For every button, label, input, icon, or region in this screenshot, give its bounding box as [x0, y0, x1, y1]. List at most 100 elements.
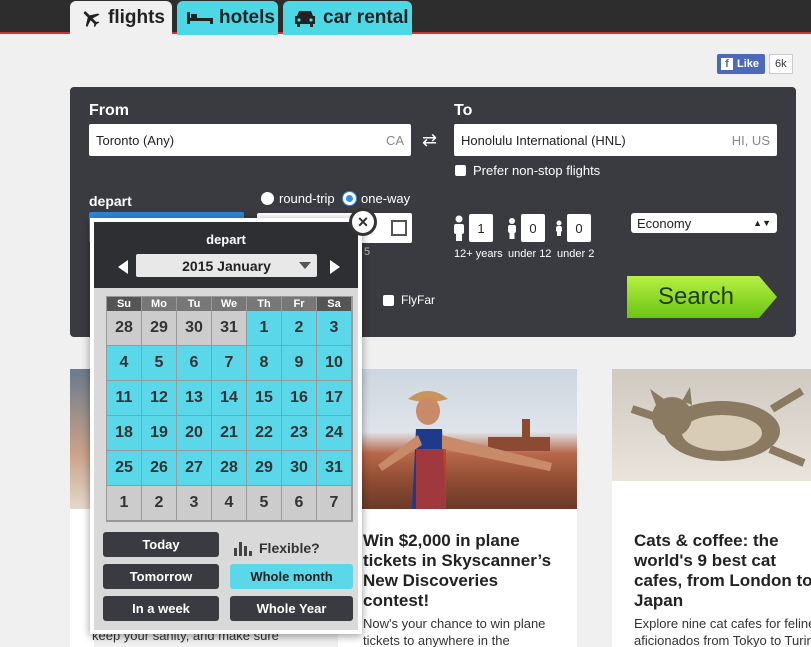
facebook-like-count: 6k: [769, 54, 793, 74]
radio-dot[interactable]: [261, 192, 274, 205]
flexible-text: Flexible?: [259, 540, 320, 556]
whole-month-button[interactable]: Whole month: [230, 564, 353, 589]
nonstop-checkbox[interactable]: Prefer non-stop flights: [455, 163, 600, 178]
tab-car-rental[interactable]: car rental: [283, 1, 412, 35]
calendar-day-other-month[interactable]: 6: [282, 486, 317, 521]
calendar-day-other-month[interactable]: 29: [142, 311, 177, 346]
round-trip-label: round-trip: [279, 191, 335, 206]
facebook-like-button[interactable]: f Like: [717, 54, 766, 74]
calendar-day[interactable]: 8: [247, 346, 282, 381]
tomorrow-button[interactable]: Tomorrow: [103, 564, 219, 589]
calendar-day[interactable]: 28: [212, 451, 247, 486]
car-icon: [295, 11, 315, 27]
calendar-day-other-month[interactable]: 4: [212, 486, 247, 521]
calendar-day[interactable]: 25: [107, 451, 142, 486]
from-field[interactable]: Toronto (Any) CA: [89, 124, 411, 156]
in-a-week-button[interactable]: In a week: [103, 596, 219, 621]
calendar-day[interactable]: 14: [212, 381, 247, 416]
calendar-day-other-month[interactable]: 5: [247, 486, 282, 521]
weekday-header: Sa: [317, 297, 352, 311]
checkbox-box[interactable]: [455, 165, 466, 176]
flyfar-label: FlyFar: [401, 293, 435, 307]
to-field[interactable]: Honolulu International (HNL) HI, US: [454, 124, 777, 156]
calendar-day[interactable]: 23: [282, 416, 317, 451]
calendar-day[interactable]: 7: [212, 346, 247, 381]
infants-count[interactable]: 0: [567, 214, 591, 242]
calendar-day-other-month[interactable]: 1: [107, 486, 142, 521]
tab-hotels-label: hotels: [219, 7, 275, 28]
calendar-day[interactable]: 11: [107, 381, 142, 416]
calendar-day-other-month[interactable]: 31: [212, 311, 247, 346]
calendar-day[interactable]: 27: [177, 451, 212, 486]
today-button[interactable]: Today: [103, 532, 219, 557]
article-contest-title[interactable]: Win $2,000 in plane tickets in Skyscanne…: [363, 531, 573, 611]
calendar-grid: Su Mo Tu We Th Fr Sa 28 29 30 31 1 2 3 4 5 6 7 8 9 10 11 12 13 1…: [106, 296, 353, 522]
calendar-day[interactable]: 2: [282, 311, 317, 346]
weekday-header: Th: [247, 297, 282, 311]
calendar-day-other-month[interactable]: 7: [317, 486, 352, 521]
calendar-day[interactable]: 30: [282, 451, 317, 486]
radio-dot-selected[interactable]: [343, 192, 356, 205]
one-way-radio[interactable]: one-way: [343, 191, 410, 206]
title-line: world's 9 best cat: [634, 551, 776, 570]
flyfar-checkbox[interactable]: FlyFar: [383, 293, 435, 307]
to-label: To: [454, 102, 473, 119]
calendar-day[interactable]: 1: [247, 311, 282, 346]
calendar-day-other-month[interactable]: 3: [177, 486, 212, 521]
calendar-day[interactable]: 16: [282, 381, 317, 416]
swap-icon[interactable]: ⇄: [422, 130, 437, 151]
article-card-cats[interactable]: Cats & coffee: the world's 9 best cat ca…: [612, 369, 811, 647]
cabin-class-select[interactable]: Economy ▲▼: [631, 213, 777, 233]
calendar-day[interactable]: 26: [142, 451, 177, 486]
whole-year-button[interactable]: Whole Year: [230, 596, 353, 621]
calendar-day[interactable]: 19: [142, 416, 177, 451]
calendar-day-other-month[interactable]: 28: [107, 311, 142, 346]
facebook-like[interactable]: f Like 6k: [717, 54, 793, 74]
prev-month-icon[interactable]: [118, 260, 128, 274]
calendar-day[interactable]: 10: [317, 346, 352, 381]
title-line: Win $2,000 in plane: [363, 531, 520, 550]
calendar-day[interactable]: 13: [177, 381, 212, 416]
calendar-day[interactable]: 3: [317, 311, 352, 346]
calendar-icon[interactable]: [391, 220, 407, 236]
calendar-day[interactable]: 4: [107, 346, 142, 381]
body-line: Explore nine cat cafes for feline: [634, 616, 811, 631]
calendar-day-other-month[interactable]: 2: [142, 486, 177, 521]
children-count[interactable]: 0: [521, 214, 545, 242]
article-card-contest[interactable]: Win $2,000 in plane tickets in Skyscanne…: [338, 369, 577, 647]
calendar-day[interactable]: 5: [142, 346, 177, 381]
month-select[interactable]: 2015 January: [136, 254, 317, 277]
article-cats-title[interactable]: Cats & coffee: the world's 9 best cat ca…: [634, 531, 811, 611]
checkbox-box[interactable]: [383, 294, 394, 306]
calendar-day[interactable]: 18: [107, 416, 142, 451]
calendar-day[interactable]: 31: [317, 451, 352, 486]
children-selector[interactable]: 0: [507, 214, 545, 242]
next-month-icon[interactable]: [330, 260, 340, 274]
tab-hotels[interactable]: hotels: [177, 1, 278, 35]
article-image[interactable]: [612, 369, 811, 481]
close-icon[interactable]: ×: [349, 208, 377, 236]
flexible-label: Flexible?: [234, 540, 320, 556]
calendar-day-other-month[interactable]: 30: [177, 311, 212, 346]
infants-label: under 2: [557, 248, 595, 260]
calendar-day[interactable]: 24: [317, 416, 352, 451]
weekday-header: Tu: [177, 297, 212, 311]
calendar-day[interactable]: 20: [177, 416, 212, 451]
calendar-day[interactable]: 29: [247, 451, 282, 486]
weekday-header: Su: [107, 297, 142, 311]
calendar-day[interactable]: 15: [247, 381, 282, 416]
calendar-day[interactable]: 21: [212, 416, 247, 451]
calendar-day[interactable]: 6: [177, 346, 212, 381]
calendar-day[interactable]: 22: [247, 416, 282, 451]
search-button[interactable]: Search: [627, 276, 777, 318]
adults-selector[interactable]: 1: [453, 214, 493, 242]
tab-flights[interactable]: flights: [70, 1, 172, 35]
calendar-day[interactable]: 12: [142, 381, 177, 416]
partial-text: 5: [364, 246, 371, 258]
adults-count[interactable]: 1: [469, 214, 493, 242]
infants-selector[interactable]: 0: [555, 214, 591, 242]
calendar-day[interactable]: 9: [282, 346, 317, 381]
round-trip-radio[interactable]: round-trip: [261, 191, 335, 206]
article-image[interactable]: [338, 369, 577, 509]
calendar-day[interactable]: 17: [317, 381, 352, 416]
